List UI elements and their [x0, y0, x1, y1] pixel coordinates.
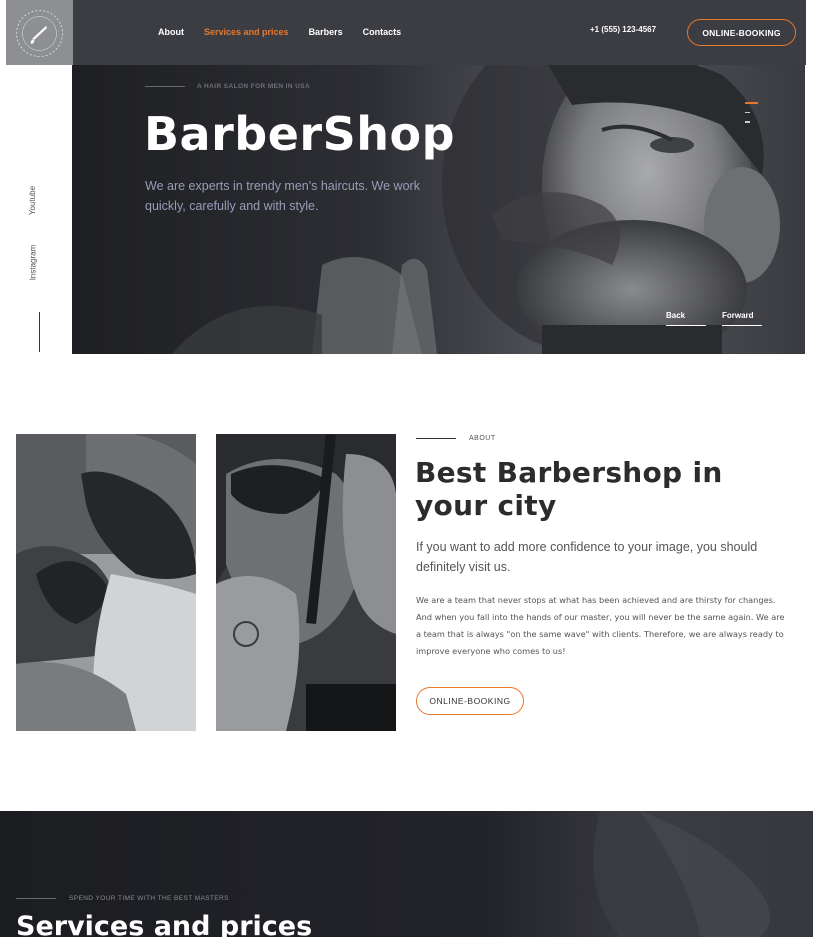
about-title: Best Barbershop in your city [415, 456, 723, 522]
hero-subtitle: We are experts in trendy men's haircuts.… [145, 179, 420, 213]
phone-number[interactable]: +1 (555) 123-4567 [590, 25, 656, 34]
slide-indicator[interactable] [745, 121, 750, 123]
nav-barbers[interactable]: Barbers [309, 27, 343, 37]
youtube-link[interactable]: Youtube [28, 186, 37, 215]
slider-forward-button[interactable]: Forward [722, 311, 762, 326]
about-tagline-text: ABOUT [469, 435, 496, 442]
nav-contacts[interactable]: Contacts [363, 27, 402, 37]
hero-tagline-text: A HAIR SALON FOR MEN IN USA [197, 83, 311, 90]
slide-indicator-active[interactable] [745, 102, 758, 104]
slider-indicators [745, 102, 758, 131]
hero-banner: A HAIR SALON FOR MEN IN USA BarberShop W… [72, 65, 805, 354]
header-online-booking-button[interactable]: ONLINE-BOOKING [687, 19, 796, 46]
about-photo-razor [216, 434, 396, 731]
logo-ring-icon [16, 10, 63, 57]
services-title: Services and prices [16, 911, 313, 937]
hero-tagline: A HAIR SALON FOR MEN IN USA [145, 83, 310, 90]
about-online-booking-button[interactable]: ONLINE-BOOKING [416, 687, 524, 715]
about-tagline: ABOUT [416, 435, 496, 442]
nav-about[interactable]: About [158, 27, 184, 37]
about-body: We are a team that never stops at what h… [416, 595, 785, 656]
instagram-link[interactable]: Instagram [28, 245, 37, 281]
hero-title: BarberShop [144, 107, 456, 161]
services-tagline: SPEND YOUR TIME WITH THE BEST MASTERS [16, 895, 229, 902]
side-divider [39, 312, 40, 352]
slide-indicator[interactable] [745, 111, 750, 113]
about-photo-beard [16, 434, 196, 731]
about-lead: If you want to add more confidence to yo… [416, 540, 758, 574]
services-section: SPEND YOUR TIME WITH THE BEST MASTERS Se… [0, 811, 813, 937]
nav-services-and-prices[interactable]: Services and prices [204, 27, 289, 37]
services-tagline-text: SPEND YOUR TIME WITH THE BEST MASTERS [69, 895, 229, 902]
main-nav: About Services and prices Barbers Contac… [158, 27, 401, 37]
site-header: About Services and prices Barbers Contac… [6, 0, 806, 65]
slider-back-button[interactable]: Back [666, 311, 706, 326]
logo[interactable] [6, 0, 73, 65]
